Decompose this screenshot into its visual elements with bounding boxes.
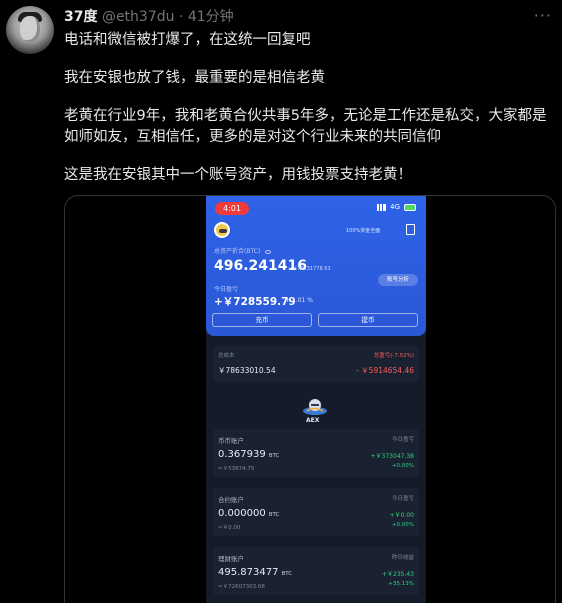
separator-dot: · bbox=[178, 9, 184, 25]
author-name[interactable]: 37度 bbox=[64, 9, 97, 25]
account-unit: BTC bbox=[281, 571, 293, 577]
more-options-icon[interactable]: ··· bbox=[534, 6, 552, 25]
network-label: 4G bbox=[390, 203, 400, 211]
account-amount-value: 495.873477 bbox=[218, 567, 279, 578]
fiat-balance: ≈￥76231778.63 bbox=[288, 266, 331, 272]
account-right-label: 今日盈亏 bbox=[391, 437, 414, 443]
total-pnl-value: - ￥5914654.46 bbox=[356, 366, 414, 375]
tweet-paragraph: 我在安银也放了钱，最重要的是相信老黄 bbox=[64, 70, 325, 86]
account-unit: BTC bbox=[268, 453, 280, 459]
tweet-paragraph: 老黄在行业9年，我和老黄合伙共事5年多，无论是工作还是私交，大家都是如师如友，互… bbox=[64, 108, 547, 145]
aex-logo-text: AEX bbox=[306, 417, 320, 424]
total-assets-label: 总资产折合(BTC) bbox=[214, 248, 261, 255]
account-analysis-button[interactable]: 账号分析 bbox=[378, 274, 418, 286]
today-pnl-percent: + 1.01 % bbox=[285, 297, 313, 304]
author-avatar[interactable] bbox=[6, 6, 54, 54]
shield-tag: 100%资金全面 bbox=[346, 228, 381, 234]
deposit-button[interactable]: 充币 bbox=[212, 313, 312, 327]
eye-icon[interactable] bbox=[265, 249, 272, 254]
account-card-wealth[interactable]: 理财账户 昨日收益 495.873477 BTC ≈￥72607303.68 +￥… bbox=[213, 547, 419, 595]
account-amount: 0.000000 BTC bbox=[218, 508, 279, 519]
account-gain: +￥235.43 bbox=[381, 571, 414, 578]
account-name: 合约账户 bbox=[218, 496, 244, 504]
account-amount: 0.367939 BTC bbox=[218, 449, 279, 460]
account-name: 币币账户 bbox=[218, 437, 244, 445]
status-indicators: 4G bbox=[377, 203, 416, 211]
account-gain-percent: +35.13% bbox=[388, 581, 414, 587]
account-gain-percent: +0.00% bbox=[391, 522, 414, 528]
account-fiat: ≈￥72607303.68 bbox=[218, 584, 265, 590]
tweet-text: 电话和微信被打爆了，在这统一回复吧 我在安银也放了钱，最重要的是相信老黄 老黄在… bbox=[64, 30, 556, 186]
cost-card: 总成本 总盈亏(-7.52%) ￥78633010.54 - ￥5914654.… bbox=[213, 346, 419, 382]
today-pnl-label: 今日盈亏 bbox=[214, 286, 239, 293]
avatar-face bbox=[20, 16, 40, 42]
account-amount: 495.873477 BTC bbox=[218, 567, 292, 578]
today-pnl-value: +￥728559.79 bbox=[214, 296, 296, 308]
account-gain: +￥373047.38 bbox=[370, 453, 414, 460]
account-amount-value: 0.000000 bbox=[218, 508, 266, 519]
aex-logo-icon bbox=[303, 399, 327, 415]
post-time[interactable]: 41分钟 bbox=[188, 9, 234, 25]
account-gain-percent: +0.00% bbox=[391, 463, 414, 469]
user-avatar-icon[interactable] bbox=[214, 222, 230, 238]
account-fiat: ≈￥53874.75 bbox=[218, 466, 255, 472]
tweet-media[interactable]: 4:01 4G 100%资金全面 总资产折合(BTC) 496.241416 ≈… bbox=[64, 195, 556, 603]
status-time: 4:01 bbox=[215, 202, 249, 215]
total-pnl-label: 总盈亏(-7.52%) bbox=[373, 353, 414, 359]
account-name: 理财账户 bbox=[218, 555, 244, 563]
total-assets-label-row: 总资产折合(BTC) bbox=[214, 246, 272, 255]
signal-icon bbox=[377, 203, 387, 211]
account-card-spot[interactable]: 币币账户 今日盈亏 0.367939 BTC ≈￥53874.75 +￥37304… bbox=[213, 429, 419, 477]
account-fiat: ≈￥0.00 bbox=[218, 525, 241, 531]
total-cost-value: ￥78633010.54 bbox=[218, 366, 276, 375]
account-right-label: 今日盈亏 bbox=[391, 496, 414, 502]
account-card-futures[interactable]: 合约账户 今日盈亏 0.000000 BTC ≈￥0.00 +￥0.00 +0.0… bbox=[213, 488, 419, 536]
battery-icon bbox=[404, 203, 416, 211]
tweet-paragraph: 这是我在安银其中一个账号资产，用钱投票支持老黄！ bbox=[64, 167, 412, 183]
document-icon[interactable] bbox=[406, 224, 415, 235]
withdraw-button[interactable]: 提币 bbox=[318, 313, 418, 327]
account-unit: BTC bbox=[268, 512, 280, 518]
tweet-paragraph: 电话和微信被打爆了，在这统一回复吧 bbox=[64, 32, 311, 48]
total-cost-label: 总成本 bbox=[218, 353, 235, 359]
account-gain: +￥0.00 bbox=[389, 512, 414, 519]
tweet-header: 37度 @eth37du · 41分钟 bbox=[64, 6, 234, 26]
asset-summary-card: 4:01 4G 100%资金全面 总资产折合(BTC) 496.241416 ≈… bbox=[206, 196, 426, 336]
author-handle[interactable]: @eth37du bbox=[102, 9, 175, 25]
account-right-label: 昨日收益 bbox=[391, 555, 414, 561]
account-amount-value: 0.367939 bbox=[218, 449, 266, 460]
phone-screenshot: 4:01 4G 100%资金全面 总资产折合(BTC) 496.241416 ≈… bbox=[206, 196, 426, 603]
